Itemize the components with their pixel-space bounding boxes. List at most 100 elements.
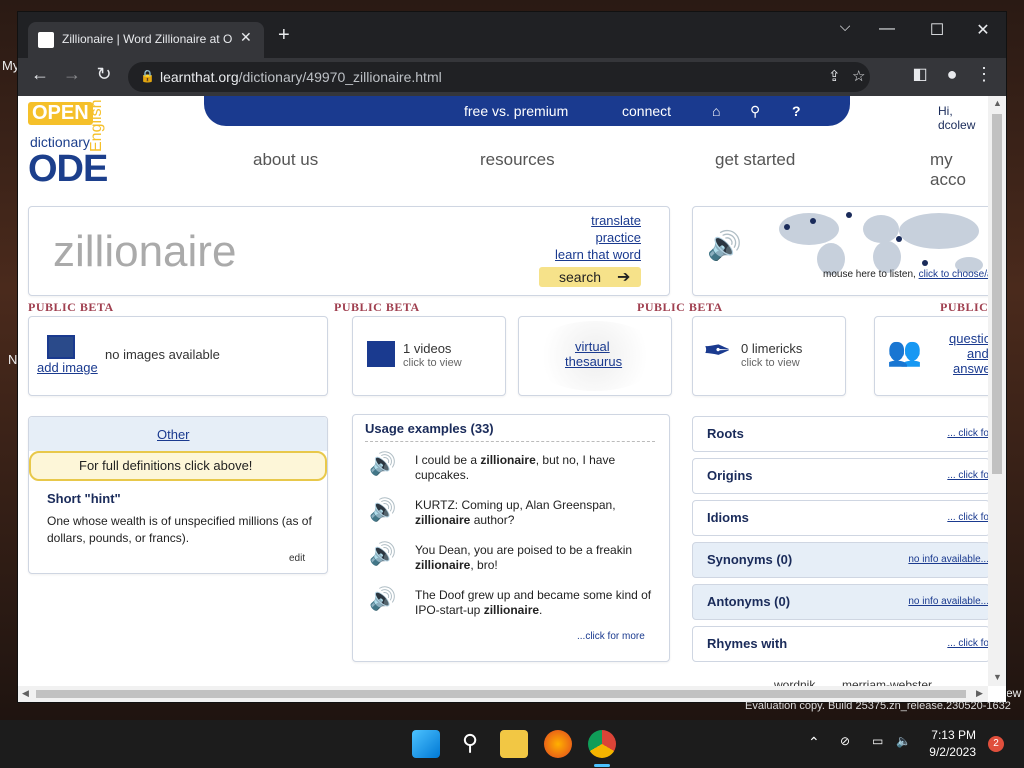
roots-link[interactable]: ... click fo [947, 428, 988, 439]
practice-link[interactable]: practice [595, 230, 641, 245]
antonyms-link[interactable]: no info available... [908, 596, 988, 607]
connect-link[interactable]: connect [622, 103, 671, 119]
home-icon[interactable]: ⌂ [712, 103, 720, 119]
qa-link-3[interactable]: answe [953, 361, 988, 376]
greeting-user[interactable]: Hi, dcolew [938, 104, 988, 132]
qa-link-2[interactable]: and [967, 346, 988, 361]
forward-button[interactable]: → [60, 64, 84, 85]
notification-badge[interactable]: 2 [988, 736, 1004, 752]
firefox-icon[interactable] [544, 730, 572, 758]
network-off-icon[interactable]: ⊘ [840, 734, 850, 748]
address-bar[interactable]: 🔒 learnthat.org/dictionary/49970_zillion… [128, 62, 870, 92]
speaker-icon[interactable]: 🔊 [369, 541, 396, 567]
synonyms-box[interactable]: Synonyms (0) no info available... [692, 542, 988, 578]
origins-link[interactable]: ... click fo [947, 470, 988, 481]
bookmark-star-icon[interactable]: ☆ [852, 67, 865, 85]
evaluation-watermark: Evaluation copy. Build 25375.zn_release.… [745, 700, 1011, 712]
roots-box[interactable]: Roots ... click fo [692, 416, 988, 452]
wordnik-link[interactable]: wordnik [774, 678, 815, 686]
search-icon[interactable]: ⚲ [750, 103, 760, 120]
speaker-icon[interactable]: 🔊 [369, 586, 396, 612]
search-button[interactable]: search ➔ [539, 267, 641, 287]
qa-box[interactable]: 👥 questio and answe [874, 316, 988, 396]
display-icon[interactable]: ▭ [872, 734, 883, 748]
scroll-up-icon[interactable]: ▲ [993, 98, 1002, 108]
limericks-box[interactable]: ✒ 0 limericks click to view [692, 316, 846, 396]
thesaurus-box[interactable]: virtual thesaurus [518, 316, 672, 396]
add-image-link[interactable]: add image [37, 360, 98, 375]
search-button-label: search [559, 269, 602, 285]
desktop-icon-label[interactable]: ew [1006, 686, 1021, 700]
quill-icon: ✒ [703, 332, 732, 370]
edit-link[interactable]: edit [289, 553, 305, 564]
idioms-box[interactable]: Idioms ... click fo [692, 500, 988, 536]
choose-add-link[interactable]: click to choose/add [919, 269, 988, 280]
nav-resources[interactable]: resources [480, 150, 555, 170]
horizontal-scroll-thumb[interactable] [36, 690, 966, 698]
synonyms-link[interactable]: no info available... [908, 554, 988, 565]
maximize-button[interactable]: ☐ [922, 20, 952, 40]
translate-link[interactable]: translate [591, 213, 641, 228]
learn-that-word-link[interactable]: learn that word [555, 247, 641, 262]
chevron-down-icon[interactable]: ⌵ [830, 18, 860, 35]
nav-get-started[interactable]: get started [715, 150, 795, 170]
qa-link-1[interactable]: questio [949, 331, 988, 346]
menu-kebab-icon[interactable]: ⋮ [972, 64, 996, 85]
minimize-button[interactable]: — [872, 20, 902, 38]
site-favicon-icon [38, 32, 54, 48]
profile-icon[interactable]: ● [940, 64, 964, 85]
tab-other[interactable]: Other [157, 427, 190, 442]
reload-button[interactable]: ↻ [92, 64, 116, 85]
clapperboard-icon [367, 341, 395, 367]
thesaurus-link-2[interactable]: thesaurus [565, 354, 622, 369]
desktop-icon-label[interactable]: N [8, 352, 17, 367]
origins-box[interactable]: Origins ... click fo [692, 458, 988, 494]
share-icon[interactable]: ⇪ [828, 67, 841, 85]
chrome-icon[interactable] [588, 730, 616, 758]
merriam-webster-link[interactable]: merriam-webster [842, 678, 932, 686]
scroll-down-icon[interactable]: ▼ [993, 672, 1002, 682]
vertical-scroll-thumb[interactable] [992, 114, 1002, 474]
speaker-icon[interactable]: 🔊 [369, 451, 396, 477]
antonyms-box[interactable]: Antonyms (0) no info available... [692, 584, 988, 620]
start-windows-icon[interactable] [412, 730, 440, 758]
videos-box[interactable]: 1 videos click to view [352, 316, 506, 396]
world-map-icon[interactable] [769, 207, 988, 277]
speaker-icon[interactable]: 🔊 [707, 229, 742, 262]
public-beta-label: PUBLIC BETA [28, 300, 114, 314]
back-button[interactable]: ← [28, 64, 52, 85]
chevron-up-icon[interactable]: ⌃ [808, 734, 820, 751]
more-examples-link[interactable]: ...click for more [577, 631, 645, 642]
scroll-left-icon[interactable]: ◀ [22, 688, 29, 699]
browser-tab[interactable]: Zillionaire | Word Zillionaire at Op ✕ [28, 22, 264, 58]
nav-my-account[interactable]: my acco [930, 150, 988, 190]
file-explorer-icon[interactable] [500, 730, 528, 758]
idioms-link[interactable]: ... click fo [947, 512, 988, 523]
active-app-indicator [594, 764, 610, 767]
side-panel-icon[interactable]: ◧ [908, 64, 932, 84]
images-box[interactable]: no images available add image [28, 316, 328, 396]
pronunciation-map-box[interactable]: 🔊 mouse here to listen, click to choose/… [692, 206, 988, 296]
close-tab-icon[interactable]: ✕ [240, 29, 252, 46]
definition-tabs: Other [29, 417, 327, 451]
nav-about-us[interactable]: about us [253, 150, 318, 170]
scroll-right-icon[interactable]: ▶ [976, 688, 983, 699]
new-tab-button[interactable]: + [278, 24, 290, 47]
vertical-scrollbar[interactable]: ▲ ▼ [988, 96, 1006, 686]
rhymes-box[interactable]: Rhymes with ... click fo [692, 626, 988, 662]
speaker-icon[interactable]: 🔊 [369, 497, 396, 523]
search-icon[interactable]: ⚲ [456, 730, 484, 758]
volume-icon[interactable]: 🔈 [896, 734, 911, 748]
word-field[interactable]: zillionaire [53, 227, 236, 277]
close-window-button[interactable]: ✕ [968, 20, 998, 40]
desktop-icon-label[interactable]: My [2, 58, 19, 73]
word-search-box: zillionaire translate practice learn tha… [28, 206, 670, 296]
free-vs-premium-link[interactable]: free vs. premium [464, 103, 568, 119]
clock-time[interactable]: 7:13 PM [912, 728, 976, 742]
public-beta-label: PUBLIC BETA [334, 300, 420, 314]
thesaurus-link-1[interactable]: virtual [575, 339, 610, 354]
clock-date[interactable]: 9/2/2023 [912, 745, 976, 759]
help-icon[interactable]: ? [792, 103, 801, 119]
top-nav-bar: free vs. premium connect ⌂ ⚲ ? [204, 96, 850, 126]
rhymes-link[interactable]: ... click fo [947, 638, 988, 649]
